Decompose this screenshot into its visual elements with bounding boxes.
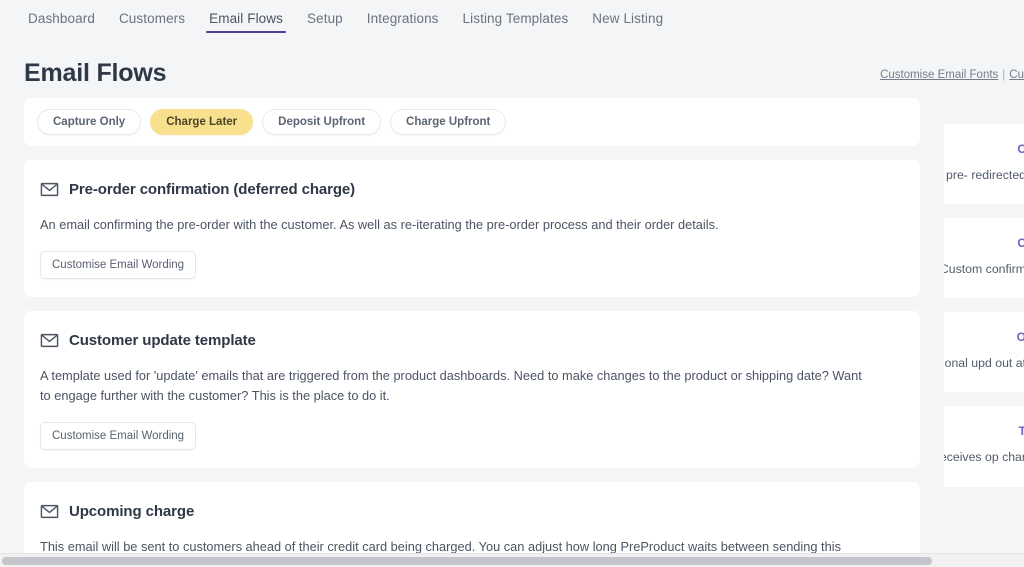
- nav-tab-listing-templates[interactable]: Listing Templates: [451, 0, 581, 36]
- card-title: Customer update template: [69, 331, 256, 349]
- sidebar-note-heading: C: [1017, 236, 1024, 251]
- sidebar-note-text: Optional upd out at: [944, 356, 1024, 371]
- card-header: Upcoming charge: [40, 502, 904, 521]
- horizontal-scrollbar-thumb[interactable]: [2, 557, 932, 565]
- card-header: Pre-order confirmation (deferred charge): [40, 180, 904, 199]
- filter-pill-charge-upfront[interactable]: Charge Upfront: [390, 109, 507, 135]
- card-header: Customer update template: [40, 331, 904, 350]
- sidebar-note-card: O Optional upd out at: [944, 312, 1024, 393]
- sidebar-note-text: Custom confirm: [944, 262, 1024, 277]
- sidebar-note-heading: O: [1016, 330, 1024, 345]
- card-title: Pre-order confirmation (deferred charge): [69, 181, 356, 198]
- customise-email-wording-button[interactable]: Customise Email Wording: [40, 250, 197, 279]
- nav-tab-email-flows[interactable]: Email Flows: [197, 0, 295, 36]
- horizontal-scrollbar[interactable]: [0, 553, 1024, 567]
- content-area: Capture Only Charge Later Deposit Upfron…: [0, 88, 1024, 567]
- card-description: A template used for 'update' emails that…: [40, 367, 862, 404]
- filter-pill-deposit-upfront[interactable]: Deposit Upfront: [262, 109, 382, 135]
- nav-tab-setup[interactable]: Setup: [295, 0, 355, 36]
- top-navigation: Dashboard Customers Email Flows Setup In…: [0, 0, 1024, 36]
- customise-email-fonts-link[interactable]: Customise Email Fonts: [880, 69, 998, 81]
- mail-icon: [40, 505, 59, 519]
- sidebar-note-heading: T: [1018, 424, 1024, 439]
- sidebar-note-text: Typified tri charge a receives op char: [944, 450, 1024, 465]
- header-links: Customise Email Fonts | Cu: [880, 69, 1024, 88]
- main-column: Capture Only Charge Later Deposit Upfron…: [0, 88, 944, 567]
- filter-pill-capture-only[interactable]: Capture Only: [37, 109, 142, 135]
- link-separator: |: [1002, 69, 1006, 81]
- page-title: Email Flows: [24, 59, 167, 87]
- card-description: An email confirming the pre-order with t…: [40, 217, 719, 232]
- customise-email-wording-button[interactable]: Customise Email Wording: [40, 422, 197, 451]
- nav-tab-customers[interactable]: Customers: [107, 0, 197, 36]
- nav-tab-dashboard[interactable]: Dashboard: [16, 0, 107, 36]
- mail-icon: [40, 182, 59, 197]
- filter-pill-charge-later[interactable]: Charge Later: [150, 109, 254, 135]
- email-flow-card: Pre-order confirmation (deferred charge)…: [24, 160, 920, 297]
- sidebar-note-card: T Typified tri charge a receives op char: [944, 406, 1024, 487]
- card-title: Upcoming charge: [69, 503, 195, 521]
- sidebar-note-card: C Custom confirm: [944, 218, 1024, 299]
- nav-tab-integrations[interactable]: Integrations: [355, 0, 451, 36]
- app-window: Dashboard Customers Email Flows Setup In…: [0, 0, 1024, 567]
- sidebar-note-card: C Customer page, pre- redirected: [944, 124, 1024, 205]
- mail-icon: [40, 333, 59, 347]
- flow-filter-bar: Capture Only Charge Later Deposit Upfron…: [24, 98, 920, 146]
- sidebar-note-text: Customer page, pre- redirected: [944, 168, 1024, 182]
- sidebar-note-heading: C: [1017, 142, 1024, 156]
- email-flow-card: Customer update template A template used…: [24, 310, 920, 469]
- customise-link-truncated[interactable]: Cu: [1009, 69, 1024, 81]
- nav-tab-new-listing[interactable]: New Listing: [580, 0, 675, 36]
- page-header: Email Flows Customise Email Fonts | Cu: [0, 36, 1024, 88]
- sidebar-column: C Customer page, pre- redirected C Custo…: [944, 88, 1024, 501]
